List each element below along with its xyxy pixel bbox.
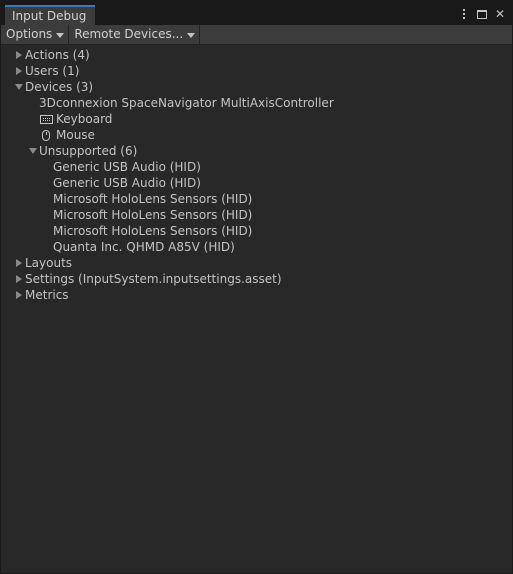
tree-item-unsupported[interactable]: Unsupported (6): [27, 143, 137, 159]
foldout-expanded-icon[interactable]: [27, 143, 39, 159]
chevron-down-icon: [187, 32, 196, 38]
unsupported-device-item[interactable]: Quanta Inc. QHMD A85V (HID): [53, 239, 235, 255]
device-label: Microsoft HoloLens Sensors (HID): [53, 224, 253, 238]
foldout-collapsed-icon[interactable]: [13, 271, 25, 287]
device-label: Generic USB Audio (HID): [53, 176, 201, 190]
device-item[interactable]: Mouse: [39, 127, 95, 143]
tree-item-metrics[interactable]: Metrics: [13, 287, 69, 303]
device-label: Microsoft HoloLens Sensors (HID): [53, 208, 253, 222]
tree-item-devices[interactable]: Devices (3): [13, 79, 93, 95]
tree-item-settings[interactable]: Settings (InputSystem.inputsettings.asse…: [13, 271, 282, 287]
tree-item-label: Settings (InputSystem.inputsettings.asse…: [25, 272, 282, 286]
tab-input-debug[interactable]: Input Debug: [5, 5, 95, 26]
foldout-collapsed-icon[interactable]: [13, 47, 25, 63]
toolbar: Options Remote Devices...: [1, 25, 512, 45]
tree-item-label: Layouts: [25, 256, 73, 270]
remote-devices-dropdown[interactable]: Remote Devices...: [69, 25, 201, 44]
foldout-collapsed-icon[interactable]: [13, 63, 25, 79]
tree-item-actions[interactable]: Actions (4): [13, 47, 90, 63]
foldout-expanded-icon[interactable]: [13, 79, 25, 95]
tree-item-label: Devices (3): [25, 80, 94, 94]
device-label: 3Dconnexion SpaceNavigator MultiAxisCont…: [39, 96, 334, 110]
tree-item-label: Actions (4): [25, 48, 90, 62]
unsupported-device-item[interactable]: Microsoft HoloLens Sensors (HID): [53, 191, 252, 207]
device-item[interactable]: 3Dconnexion SpaceNavigator MultiAxisCont…: [39, 95, 334, 111]
keyboard-icon: [39, 111, 53, 127]
kebab-menu-icon[interactable]: [458, 7, 470, 21]
tree-item-users[interactable]: Users (1): [13, 63, 79, 79]
close-icon[interactable]: ✕: [494, 7, 506, 21]
window-controls: ✕: [458, 5, 506, 23]
unsupported-device-item[interactable]: Microsoft HoloLens Sensors (HID): [53, 223, 252, 239]
device-item[interactable]: Keyboard: [39, 111, 112, 127]
options-dropdown[interactable]: Options: [1, 25, 70, 44]
chevron-down-icon: [56, 32, 65, 38]
input-debug-window: Input Debug ✕ Options Remote Devices... …: [0, 0, 513, 574]
unsupported-device-item[interactable]: Generic USB Audio (HID): [53, 175, 201, 191]
tree-item-label: Unsupported (6): [39, 144, 138, 158]
tree-item-label: Users (1): [25, 64, 80, 78]
device-label: Microsoft HoloLens Sensors (HID): [53, 192, 253, 206]
options-label: Options: [6, 27, 53, 41]
device-label: Quanta Inc. QHMD A85V (HID): [53, 240, 235, 254]
foldout-collapsed-icon[interactable]: [13, 255, 25, 271]
foldout-collapsed-icon[interactable]: [13, 287, 25, 303]
device-label: Keyboard: [56, 112, 113, 126]
unsupported-device-item[interactable]: Microsoft HoloLens Sensors (HID): [53, 207, 252, 223]
window-titlebar: Input Debug ✕: [1, 1, 512, 26]
maximize-icon[interactable]: [476, 7, 488, 21]
tree-item-label: Metrics: [25, 288, 69, 302]
device-label: Mouse: [56, 128, 95, 142]
mouse-icon: [39, 127, 53, 143]
remote-devices-label: Remote Devices...: [74, 27, 184, 41]
device-label: Generic USB Audio (HID): [53, 160, 201, 174]
unsupported-device-item[interactable]: Generic USB Audio (HID): [53, 159, 201, 175]
tree-item-layouts[interactable]: Layouts: [13, 255, 72, 271]
